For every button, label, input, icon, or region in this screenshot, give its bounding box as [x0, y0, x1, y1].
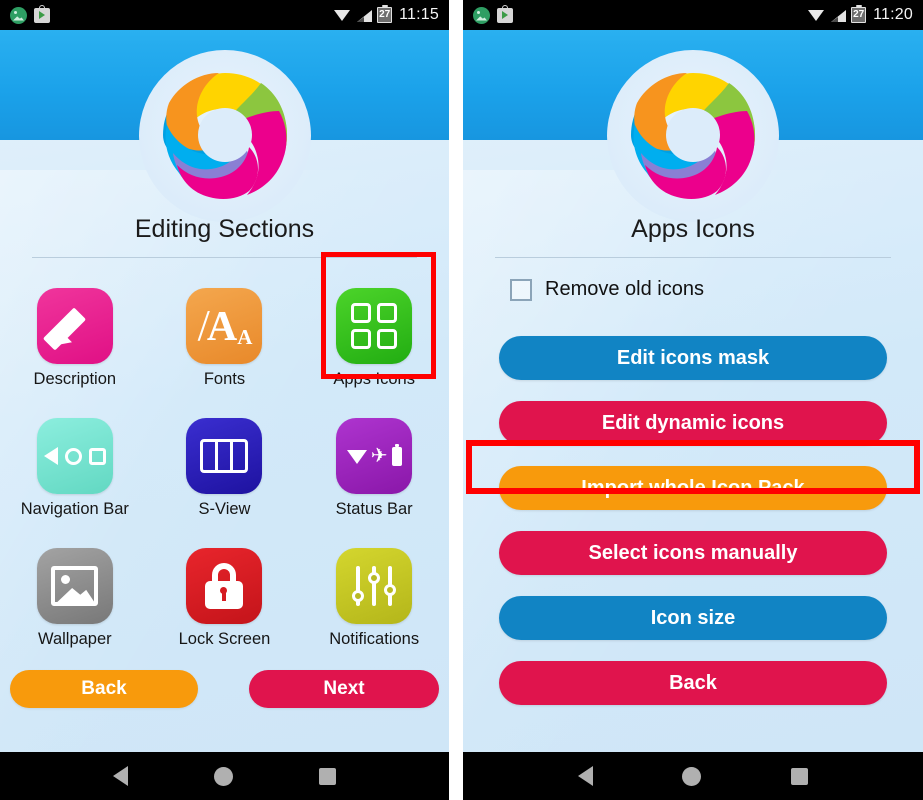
page-title: Apps Icons [631, 215, 755, 243]
grid-label: Apps Icons [333, 370, 415, 388]
wifi-icon [808, 9, 825, 22]
editing-sections-grid: Description / A A Fonts Apps Icons Navig… [0, 278, 449, 660]
signal-icon [356, 9, 373, 22]
title-divider [32, 257, 417, 258]
screenshot-stage: 27 11:15 Editing Sections Description / … [0, 0, 923, 800]
grid-item-apps-icons[interactable]: Apps Icons [299, 278, 449, 400]
apps-icons-action-buttons: Edit icons mask Edit dynamic icons Impor… [463, 336, 923, 705]
grid-item-wallpaper[interactable]: Wallpaper [0, 538, 150, 660]
status-bar-system: 27 11:15 [334, 4, 439, 24]
image-icon [51, 566, 99, 606]
pencil-icon [50, 301, 100, 351]
notifications-icon-tile [336, 548, 413, 624]
grid-item-s-view[interactable]: S-View [150, 408, 300, 530]
sliders-icon [352, 564, 397, 608]
signal-icon [830, 9, 847, 22]
right-screen-body: Apps Icons Remove old icons Edit icons m… [463, 30, 923, 752]
status-bar-notifications [473, 4, 513, 24]
back-triangle-icon[interactable] [113, 766, 128, 786]
play-store-icon [34, 4, 50, 23]
grid-item-navigation-bar[interactable]: Navigation Bar [0, 408, 150, 530]
wifi-icon [334, 9, 351, 22]
grid-label: Wallpaper [37, 630, 112, 648]
apps-icons-icon-tile [336, 288, 413, 364]
right-android-nav-bar [463, 752, 923, 800]
play-store-icon [497, 4, 513, 23]
page-title: Editing Sections [134, 215, 315, 243]
fonts-icon: / A A [197, 301, 253, 350]
edit-dynamic-icons-button[interactable]: Edit dynamic icons [499, 401, 887, 445]
icon-size-button[interactable]: Icon size [499, 596, 887, 640]
status-bar-notifications [10, 4, 50, 24]
battery-icon: 27 [851, 4, 867, 23]
battery-level: 27 [379, 9, 391, 20]
grid-item-lock-screen[interactable]: Lock Screen [150, 538, 300, 660]
grid-label: Fonts [203, 370, 246, 388]
grid-label: S-View [198, 500, 251, 518]
recents-square-icon[interactable] [319, 767, 336, 785]
app-logo [138, 50, 311, 222]
lock-screen-icon-tile [186, 548, 263, 624]
grid-item-notifications[interactable]: Notifications [299, 538, 449, 660]
left-status-bar: 27 11:15 [0, 0, 449, 30]
home-circle-icon[interactable] [214, 766, 233, 786]
remove-old-icons-label: Remove old icons [545, 278, 704, 300]
left-android-nav-bar [0, 752, 449, 800]
grid-item-status-bar[interactable]: ✈ Status Bar [299, 408, 449, 530]
status-bar-system: 27 11:20 [808, 4, 913, 24]
s-view-icon-tile [186, 418, 263, 494]
select-icons-manually-button[interactable]: Select icons manually [499, 531, 887, 575]
battery-level: 27 [853, 9, 865, 20]
grid-label: Notifications [329, 630, 420, 648]
navigation-bar-icon-tile [36, 418, 113, 494]
back-button[interactable]: Back [10, 670, 198, 708]
sview-icon [200, 439, 249, 473]
status-bar-clock: 11:20 [873, 6, 913, 23]
fonts-icon-tile: / A A [186, 288, 263, 364]
phone-separator-gap [449, 0, 463, 800]
remove-old-icons-checkbox[interactable] [510, 278, 532, 301]
grid-label: Description [33, 370, 117, 388]
grid-label: Navigation Bar [20, 500, 129, 518]
left-footer-buttons: Back Next [0, 670, 449, 708]
navbar-icon [43, 447, 106, 465]
description-icon-tile [36, 288, 113, 364]
import-whole-icon-pack-button[interactable]: Import whole Icon Pack [499, 466, 887, 510]
photos-icon [10, 6, 27, 24]
app-logo [607, 50, 779, 222]
grid-label: Lock Screen [178, 630, 271, 648]
recents-square-icon[interactable] [791, 767, 809, 785]
wallpaper-icon-tile [36, 548, 113, 624]
lock-icon [204, 563, 244, 609]
left-phone-screenshot: 27 11:15 Editing Sections Description / … [0, 0, 449, 800]
home-circle-icon[interactable] [682, 766, 702, 786]
status-bar-clock: 11:15 [399, 6, 439, 23]
battery-icon: 27 [377, 4, 393, 23]
grid-label: Status Bar [335, 500, 413, 518]
grid-icon [351, 303, 398, 349]
title-divider [495, 257, 891, 258]
grid-item-fonts[interactable]: / A A Fonts [150, 278, 300, 400]
right-status-bar: 27 11:20 [463, 0, 923, 30]
back-button[interactable]: Back [499, 661, 887, 705]
grid-item-description[interactable]: Description [0, 278, 150, 400]
logo-ring-icon [162, 73, 287, 199]
back-triangle-icon[interactable] [577, 766, 593, 786]
next-button[interactable]: Next [249, 670, 439, 708]
logo-ring-icon [631, 73, 755, 199]
left-screen-body: Editing Sections Description /AA Fonts [0, 30, 449, 752]
right-phone-screenshot: 27 11:20 Apps Icons Remove old icons Edi… [463, 0, 923, 800]
statusbar-icon: ✈ [346, 443, 402, 466]
remove-old-icons-row[interactable]: Remove old icons [510, 278, 704, 301]
status-bar-icon-tile: ✈ [336, 418, 413, 494]
edit-icons-mask-button[interactable]: Edit icons mask [499, 336, 887, 380]
photos-icon [473, 6, 490, 24]
